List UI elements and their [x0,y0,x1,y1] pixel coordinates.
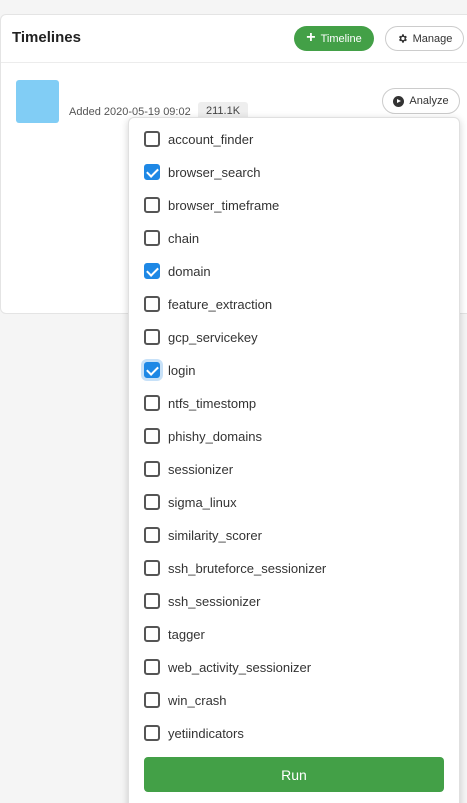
analyzer-option-label: login [168,362,196,378]
analyzer-checkbox[interactable] [144,560,160,576]
analyzer-option[interactable]: gcp_servicekey [144,327,258,347]
analyzer-option[interactable]: web_activity_sessionizer [144,657,311,677]
analyzer-option[interactable]: yetiindicators [144,723,244,743]
analyzer-option-label: ssh_sessionizer [168,593,261,609]
analyzer-checkbox[interactable] [144,197,160,213]
analyzer-option-label: feature_extraction [168,296,273,312]
analyzer-option-label: sigma_linux [168,494,237,510]
play-circle-icon [393,95,405,107]
analyzer-checkbox[interactable] [144,164,160,180]
gear-icon [398,34,407,43]
analyzer-option[interactable]: ssh_sessionizer [144,591,261,611]
analyzer-checkbox[interactable] [144,296,160,312]
add-timeline-label: Timeline [320,32,362,45]
analyzer-option[interactable]: domain [144,261,211,281]
analyzer-option[interactable]: account_finder [144,129,253,149]
analyzer-checkbox[interactable] [144,230,160,246]
analyze-button[interactable]: Analyze [382,88,460,114]
analyzer-option[interactable]: sigma_linux [144,492,237,512]
analyzer-checkbox[interactable] [144,461,160,477]
analyzer-option[interactable]: tagger [144,624,205,644]
analyzer-option-label: chain [168,230,200,246]
analyzer-checkbox[interactable] [144,659,160,675]
analyzer-option-label: similarity_scorer [168,527,262,543]
analyzer-option[interactable]: login [144,360,195,380]
add-timeline-button[interactable]: + Timeline [294,26,374,51]
page-title: Timelines [12,29,81,46]
analyzer-option[interactable]: chain [144,228,199,248]
analyzer-option-label: browser_search [168,164,261,180]
analyzer-option-label: yetiindicators [168,725,244,741]
analyzer-dropdown: account_finder browser_search browser_time… [128,117,460,803]
analyzer-option-label: domain [168,263,211,279]
analyzer-option[interactable]: browser_search [144,162,261,182]
analyzer-option[interactable]: ntfs_timestomp [144,393,256,413]
analyzer-option[interactable]: sessionizer [144,459,233,479]
analyzer-option-label: sessionizer [168,461,234,477]
analyzer-checkbox[interactable] [144,263,160,279]
analyzer-option-label: ssh_bruteforce_sessionizer [168,560,327,576]
analyzer-option-label: web_activity_sessionizer [168,659,312,675]
analyzer-option-label: ntfs_timestomp [168,395,257,411]
analyzer-option-label: tagger [168,626,205,642]
analyzer-checkbox[interactable] [144,593,160,609]
analyzer-option-label: phishy_domains [168,428,262,444]
analyzer-checkbox[interactable] [144,131,160,147]
manage-button[interactable]: Manage [385,26,464,51]
analyzer-option[interactable]: phishy_domains [144,426,262,446]
analyzer-option[interactable]: ssh_bruteforce_sessionizer [144,558,326,578]
analyzer-checkbox[interactable] [144,395,160,411]
analyzer-checkbox[interactable] [144,626,160,642]
analyze-label: Analyze [409,95,449,107]
analyzer-option-label: gcp_servicekey [168,329,258,345]
analyzer-checkbox[interactable] [144,692,160,708]
analyzer-option-label: account_finder [168,131,254,147]
run-button[interactable]: Run [144,757,444,792]
plus-icon: + [306,29,316,46]
analyzer-option[interactable]: similarity_scorer [144,525,262,545]
analyzer-checkbox[interactable] [144,527,160,543]
analyzer-checkbox[interactable] [144,362,160,378]
analyzer-option[interactable]: feature_extraction [144,294,272,314]
card-header: Timelines + Timeline Manage [1,15,467,63]
analyzer-option-label: win_crash [168,692,227,708]
analyzer-option-label: browser_timeframe [168,197,280,213]
analyzer-option[interactable]: win_crash [144,690,227,710]
analyzer-checkbox[interactable] [144,725,160,741]
analyzer-checkbox[interactable] [144,494,160,510]
analyzer-option[interactable]: browser_timeframe [144,195,279,215]
timeline-color-swatch[interactable] [16,80,59,123]
analyzer-checkbox[interactable] [144,329,160,345]
analyzer-checkbox[interactable] [144,428,160,444]
manage-label: Manage [412,32,453,45]
